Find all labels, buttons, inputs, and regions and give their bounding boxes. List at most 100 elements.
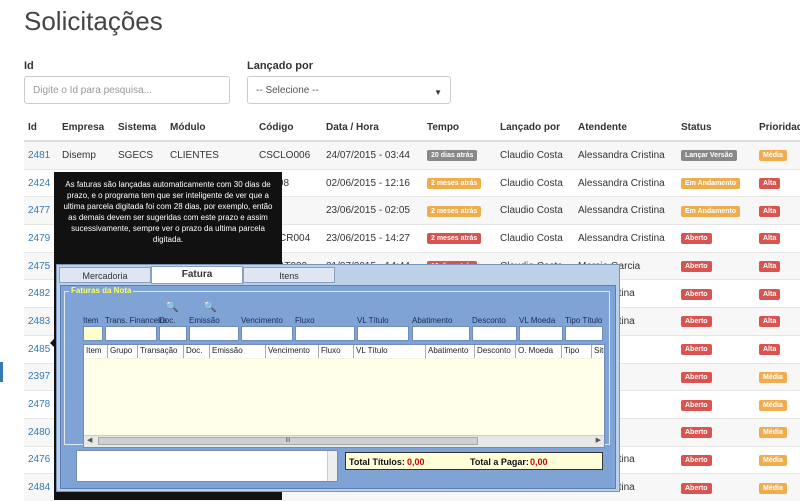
request-id-link[interactable]: 2397 [24,362,58,391]
grid-column-header[interactable]: Situ [594,346,604,355]
cell-data: 24/07/2015 - 03:44 [322,140,423,170]
cell-prioridade: Alta [755,334,800,363]
request-id-link[interactable]: 2477 [24,196,58,225]
scroll-left-icon[interactable]: ◀ [87,436,92,444]
filter-input[interactable] [83,326,103,341]
scroll-thumb[interactable]: III [98,437,478,445]
search-icon[interactable]: 🔍 [203,300,217,313]
cell-lancado: Claudio Costa [496,140,574,170]
request-id-link[interactable]: 2482 [24,279,58,308]
column-header: Tempo [423,114,496,142]
grid-column-header[interactable]: Abatimento [428,346,468,355]
request-id-link[interactable]: 2484 [24,473,58,501]
tab-mercadoria[interactable]: Mercadoria [59,267,151,283]
request-id-link[interactable]: 2475 [24,251,58,280]
prioridade-badge: Alta [759,261,781,273]
cell-modulo: CLIENTES [166,140,255,170]
notes-scrollbar[interactable] [327,451,337,481]
grid-column-header[interactable]: Emissão [212,346,243,355]
cell-status: Aberto [677,362,755,391]
column-header: Atendente [574,114,677,142]
filter-input[interactable] [565,326,603,341]
scroll-right-icon[interactable]: ▶ [596,436,601,444]
cell-status: Aberto [677,417,755,447]
cell-prioridade: Alta [755,196,800,225]
request-id-link[interactable]: 2483 [24,307,58,336]
filter-input[interactable] [357,326,409,341]
filter-label: VL Moeda [519,316,556,325]
grid-column-header[interactable]: Vencimento [268,346,310,355]
request-id-link[interactable]: 2424 [24,168,58,197]
cell-status: Aberto [677,307,755,336]
cell-data: 23/06/2015 - 02:05 [322,196,423,225]
status-badge: Aberto [681,316,712,328]
grid-column-header[interactable]: Item [86,346,102,355]
chevron-down-icon: ▼ [434,88,442,97]
grid-column-separator [474,345,475,358]
prioridade-badge: Média [759,399,787,411]
column-header: Código [255,114,322,142]
prioridade-badge: Alta [759,288,781,300]
tab-itens[interactable]: Itens [243,267,335,283]
cell-prioridade: Média [755,362,800,391]
lancado-filter-label: Lançado por [247,60,314,72]
page-title: Solicitações [24,6,163,36]
cell-prioridade: Média [755,445,800,474]
filter-input[interactable] [189,326,239,341]
column-header: Data / Hora [322,114,423,142]
filter-label: Emissão [189,316,220,325]
request-id-link[interactable]: 2478 [24,390,58,419]
grid-column-header[interactable]: Grupo [110,346,132,355]
notes-textarea[interactable] [76,450,338,482]
cell-prioridade: Média [755,390,800,419]
prioridade-badge: Alta [759,205,781,217]
filter-input[interactable] [519,326,563,341]
tempo-badge: 2 meses atrás [427,233,482,245]
grid-column-separator [107,345,108,358]
cell-atendente: Alessandra Cristina [574,168,677,197]
cell-atendente: Alessandra Cristina [574,224,677,253]
grid-column-separator [353,345,354,358]
filter-input[interactable] [159,326,187,341]
grid-column-header[interactable]: VL Título [356,346,388,355]
column-header: Módulo [166,114,255,142]
request-id-link[interactable]: 2480 [24,417,58,447]
column-header: Empresa [58,114,114,142]
grid-column-header[interactable]: Fluxo [321,346,341,355]
lancado-select[interactable]: -- Selecione -- ▼ [247,76,451,104]
status-badge: Aberto [681,427,712,439]
search-icon[interactable]: 🔍 [165,300,179,313]
request-id-link[interactable]: 2476 [24,445,58,474]
filter-label: Doc. [159,316,176,325]
status-badge: Aberto [681,261,712,273]
cell-prioridade: Média [755,473,800,501]
filter-input[interactable] [241,326,293,341]
prioridade-badge: Alta [759,233,781,245]
tempo-badge: 20 dias atrás [427,150,478,162]
cell-lancado: Claudio Costa [496,168,574,197]
filter-input[interactable] [105,326,157,341]
grid-column-header[interactable]: Desconto [477,346,511,355]
id-search-input[interactable]: Digite o Id para pesquisa... [24,76,230,104]
status-badge: Aberto [681,288,712,300]
cell-status: Lançar Versão [677,140,755,170]
grid-column-header[interactable]: Tipo [564,346,579,355]
table-row[interactable]: 2481 Disemp SGECS CLIENTES CSCLO006 24/07/201… [24,140,800,170]
grid-column-header[interactable]: Doc. [186,346,202,355]
filter-label: Abatimento [412,316,453,325]
grid-column-header[interactable]: Transação [140,346,178,355]
tab-fatura[interactable]: Fatura [151,266,243,284]
request-id-link[interactable]: 2479 [24,224,58,253]
filter-input[interactable] [472,326,517,341]
grid-column-header[interactable]: O. Moeda [518,346,553,355]
cell-empresa: Disemp [58,140,114,170]
faturas-fieldset: Faturas da Nota Item Trans. Financeira Doc… [64,286,610,448]
grid-body[interactable] [84,358,604,437]
request-id-link[interactable]: 2481 [24,140,58,170]
horizontal-scrollbar[interactable]: ◀ III ▶ [84,435,604,447]
filter-input[interactable] [412,326,470,341]
grid-column-separator [209,345,210,358]
filter-input[interactable] [295,326,355,341]
side-indicator [0,362,3,382]
filter-label: Tipo Título [565,316,603,325]
